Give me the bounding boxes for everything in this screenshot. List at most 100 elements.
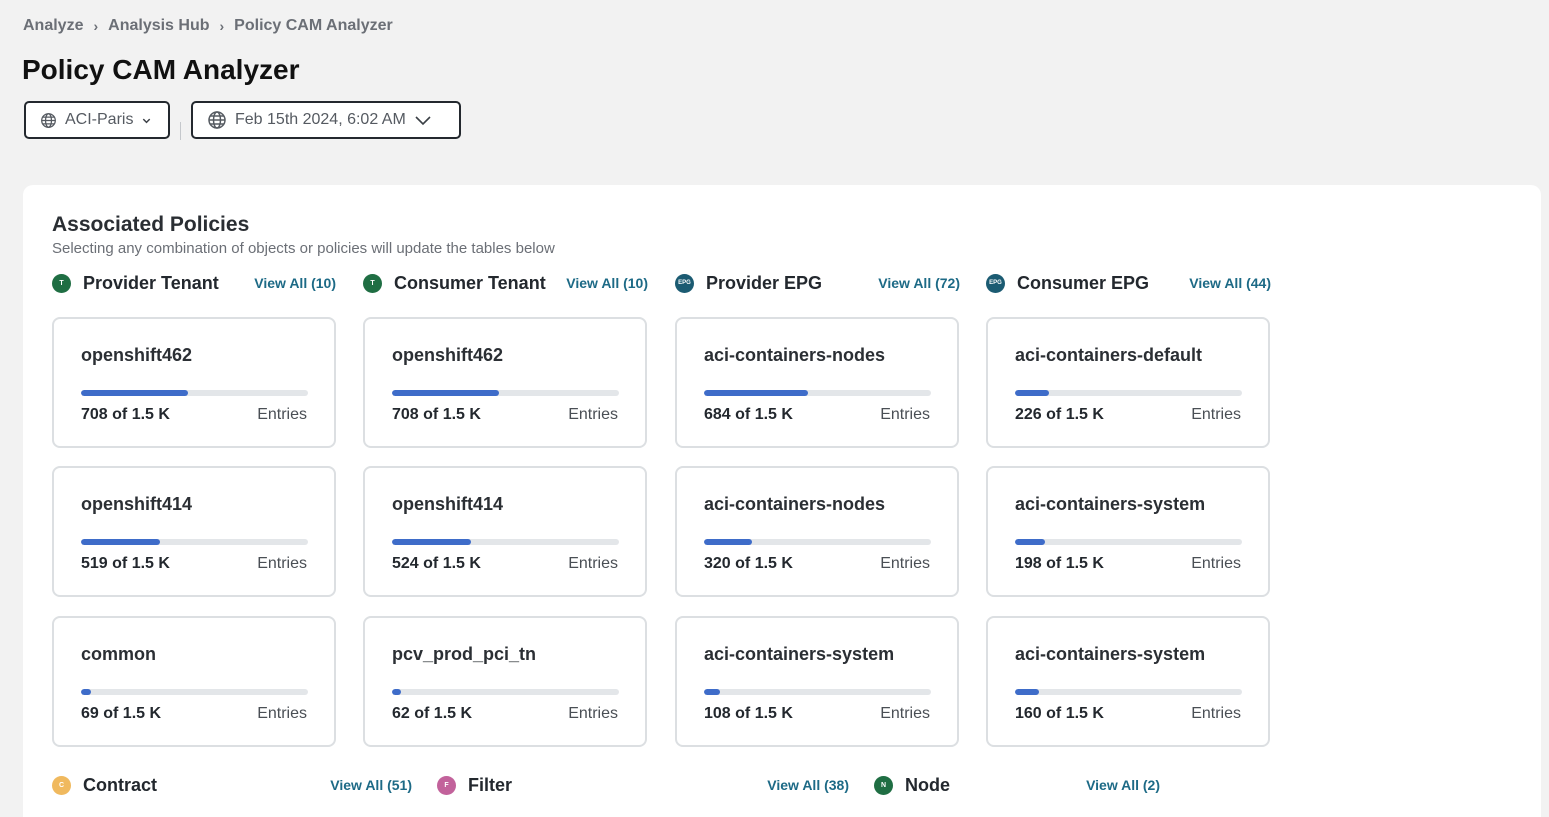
card-unit: Entries [257, 705, 307, 722]
page-title: Policy CAM Analyzer [22, 54, 300, 85]
card-unit: Entries [568, 555, 618, 572]
site-selector[interactable]: ACI-Paris [24, 101, 170, 139]
breadcrumb-item-analysis-hub[interactable]: Analysis Hub [108, 17, 209, 35]
usage-bar-fill [81, 539, 160, 545]
card-name: aci-containers-nodes [704, 494, 886, 514]
view-all-contract-link[interactable]: View All (51) [330, 777, 412, 793]
view-all-consumer-epg-link[interactable]: View All (44) [1189, 275, 1271, 291]
section-label: Consumer EPG [1017, 272, 1150, 293]
card-count: 708 of 1.5 K [81, 406, 170, 423]
section-contract: C Contract View All (51) [52, 774, 412, 796]
epg-badge-icon: EPG [986, 273, 1005, 293]
time-selector[interactable]: Feb 15th 2024, 6:02 AM [191, 101, 461, 139]
usage-bar-fill [81, 390, 189, 396]
usage-bar-fill [704, 390, 808, 396]
chevron-down-icon [415, 116, 431, 126]
usage-bar [81, 689, 308, 695]
card-count: 69 of 1.5 K [81, 705, 162, 722]
usage-bar-fill [704, 689, 721, 695]
policy-card[interactable]: aci-containers-system 160 of 1.5 K Entri… [986, 616, 1270, 747]
card-count: 108 of 1.5 K [704, 705, 793, 722]
card-unit: Entries [568, 705, 618, 722]
divider [180, 122, 181, 140]
card-unit: Entries [1191, 705, 1241, 722]
tenant-badge-icon: T [52, 273, 71, 293]
card-unit: Entries [880, 555, 930, 572]
card-name: aci-containers-system [704, 644, 895, 664]
policy-card[interactable]: aci-containers-nodes 684 of 1.5 K Entrie… [675, 317, 959, 448]
section-provider-epg: EPG Provider EPG View All (72) [675, 272, 960, 294]
card-count: 320 of 1.5 K [704, 555, 793, 572]
time-selector-value: Feb 15th 2024, 6:02 AM [235, 111, 406, 128]
globe-icon [208, 111, 226, 129]
tenant-badge-icon: T [363, 273, 382, 293]
usage-bar [392, 689, 619, 695]
section-consumer-epg: EPG Consumer EPG View All (44) [986, 272, 1271, 294]
usage-bar [704, 539, 931, 545]
card-name: openshift462 [392, 345, 504, 365]
usage-bar [704, 390, 931, 396]
view-all-provider-tenant-link[interactable]: View All (10) [254, 275, 336, 291]
card-count: 160 of 1.5 K [1015, 705, 1104, 722]
section-label: Contract [83, 774, 158, 795]
card-count: 684 of 1.5 K [704, 406, 793, 423]
chevron-right-icon: › [219, 18, 225, 34]
view-all-filter-link[interactable]: View All (38) [767, 777, 849, 793]
usage-bar-fill [1015, 689, 1040, 695]
card-name: aci-containers-nodes [704, 345, 886, 365]
card-name: aci-containers-system [1015, 494, 1206, 514]
policy-card[interactable]: openshift414 519 of 1.5 K Entries [52, 466, 336, 597]
card-name: pcv_prod_pci_tn [392, 644, 537, 664]
usage-bar [81, 539, 308, 545]
section-label: Consumer Tenant [394, 272, 546, 293]
section-node: N Node View All (2) [874, 774, 1160, 796]
card-name: openshift462 [81, 345, 193, 365]
usage-bar-fill [392, 539, 472, 545]
policy-card[interactable]: aci-containers-default 226 of 1.5 K Entr… [986, 317, 1270, 448]
view-all-consumer-tenant-link[interactable]: View All (10) [566, 275, 648, 291]
usage-bar-fill [392, 390, 500, 396]
card-unit: Entries [1191, 406, 1241, 423]
policy-card[interactable]: openshift462 708 of 1.5 K Entries [363, 317, 647, 448]
section-label: Filter [468, 774, 513, 795]
card-unit: Entries [257, 406, 307, 423]
section-consumer-tenant: T Consumer Tenant View All (10) [363, 272, 648, 294]
usage-bar [704, 689, 931, 695]
card-name: common [81, 644, 157, 664]
card-count: 62 of 1.5 K [392, 705, 473, 722]
section-label: Node [905, 774, 950, 795]
policy-card[interactable]: openshift462 708 of 1.5 K Entries [52, 317, 336, 448]
usage-bar-fill [392, 689, 402, 695]
view-all-node-link[interactable]: View All (2) [1086, 777, 1160, 793]
chevron-down-icon [143, 118, 151, 123]
card-count: 708 of 1.5 K [392, 406, 481, 423]
policy-card[interactable]: common 69 of 1.5 K Entries [52, 616, 336, 747]
associated-policies-panel: Associated Policies Selecting any combin… [23, 185, 1541, 817]
section-label: Provider EPG [706, 272, 823, 293]
section-provider-tenant: T Provider Tenant View All (10) [52, 272, 336, 294]
view-all-provider-epg-link[interactable]: View All (72) [878, 275, 960, 291]
card-count: 519 of 1.5 K [81, 555, 170, 572]
usage-bar [392, 390, 619, 396]
policy-card[interactable]: aci-containers-nodes 320 of 1.5 K Entrie… [675, 466, 959, 597]
breadcrumb-item-analyze[interactable]: Analyze [23, 17, 83, 35]
card-count: 226 of 1.5 K [1015, 406, 1104, 423]
policy-card[interactable]: aci-containers-system 108 of 1.5 K Entri… [675, 616, 959, 747]
panel-subtitle: Selecting any combination of objects or … [52, 240, 555, 257]
panel-title: Associated Policies [52, 213, 250, 236]
node-badge-icon: N [874, 775, 893, 795]
card-name: aci-containers-system [1015, 644, 1206, 664]
card-name: openshift414 [392, 494, 504, 514]
policy-card[interactable]: pcv_prod_pci_tn 62 of 1.5 K Entries [363, 616, 647, 747]
card-unit: Entries [880, 705, 930, 722]
usage-bar-fill [1015, 539, 1045, 545]
card-unit: Entries [1191, 555, 1241, 572]
usage-bar [1015, 689, 1242, 695]
usage-bar-fill [704, 539, 753, 545]
site-selector-value: ACI-Paris [65, 111, 134, 128]
policy-card[interactable]: openshift414 524 of 1.5 K Entries [363, 466, 647, 597]
policy-card[interactable]: aci-containers-system 198 of 1.5 K Entri… [986, 466, 1270, 597]
usage-bar-fill [81, 689, 92, 695]
card-count: 524 of 1.5 K [392, 555, 481, 572]
breadcrumb: Analyze › Analysis Hub › Policy CAM Anal… [23, 17, 393, 35]
